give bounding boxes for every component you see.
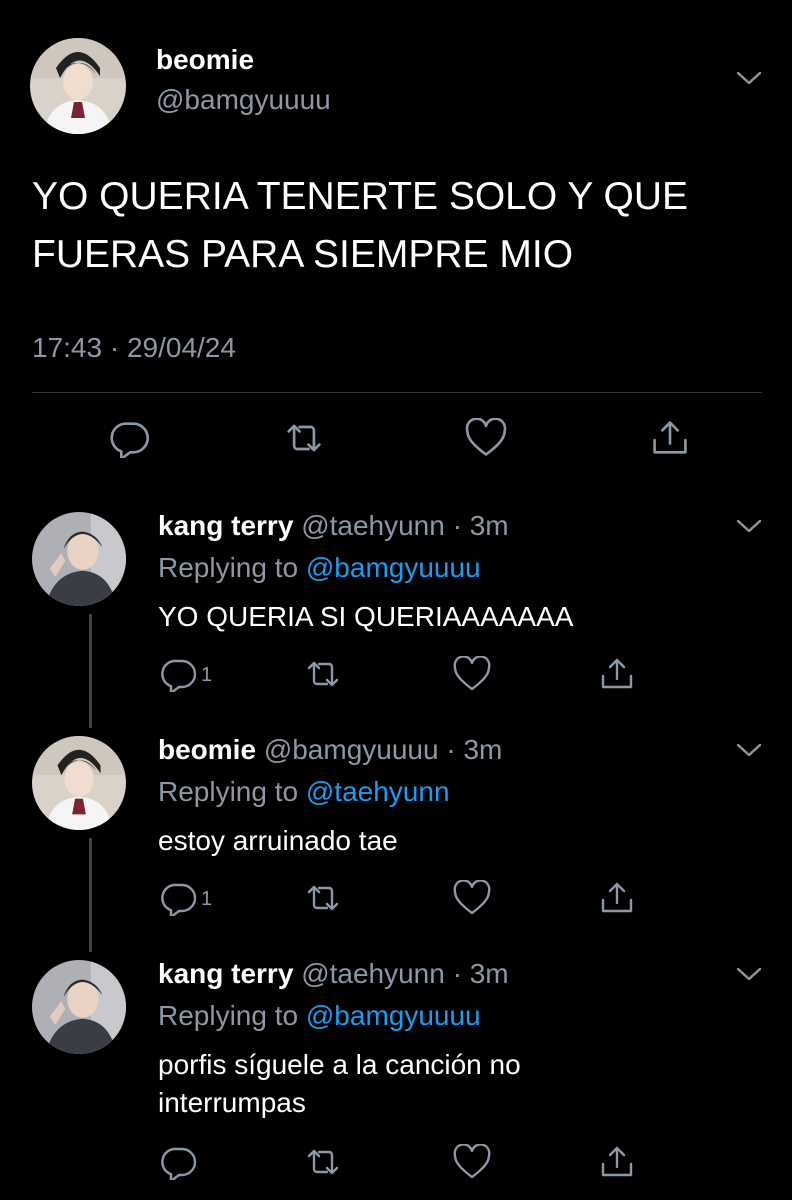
replying-to-label: Replying to xyxy=(158,552,299,583)
replying-to-label: Replying to xyxy=(158,776,299,807)
profile-photo xyxy=(32,960,126,1054)
retweet-button[interactable] xyxy=(282,418,326,458)
like-icon xyxy=(452,656,492,692)
avatar[interactable] xyxy=(32,736,126,830)
reply-count: 1 xyxy=(201,664,213,686)
thread-line xyxy=(89,838,92,952)
reply-button[interactable] xyxy=(158,1144,198,1180)
author-handle[interactable]: @taehyunn xyxy=(301,958,445,989)
mention-link[interactable]: @bamgyuuuu xyxy=(306,1000,481,1031)
share-button[interactable] xyxy=(597,656,637,692)
retweet-button[interactable] xyxy=(303,656,343,692)
divider xyxy=(32,392,762,393)
reply-icon xyxy=(158,880,198,916)
chevron-down-icon xyxy=(734,68,764,88)
reply-icon xyxy=(107,418,151,458)
author-name[interactable]: beomie xyxy=(158,734,256,765)
share-icon xyxy=(648,418,692,458)
reply-button[interactable] xyxy=(158,656,198,692)
author-handle[interactable]: @taehyunn xyxy=(301,510,445,541)
profile-photo xyxy=(30,38,126,134)
profile-photo xyxy=(32,736,126,830)
reply-button[interactable] xyxy=(107,418,151,458)
chevron-down-icon xyxy=(734,740,764,760)
avatar[interactable] xyxy=(30,38,126,134)
like-icon xyxy=(452,1144,492,1180)
tweet-text: estoy arruinado tae xyxy=(158,825,398,856)
retweet-icon xyxy=(303,656,343,692)
retweet-button[interactable] xyxy=(303,1144,343,1180)
profile-photo xyxy=(32,512,126,606)
tweet-text: porfis síguele a la canción no interrump… xyxy=(158,1049,521,1118)
retweet-icon xyxy=(303,880,343,916)
author-handle[interactable]: @bamgyuuuu xyxy=(264,734,439,765)
share-button[interactable] xyxy=(648,418,692,458)
like-button[interactable] xyxy=(452,880,492,916)
share-icon xyxy=(597,880,637,916)
separator-dot: · xyxy=(444,510,470,541)
like-button[interactable] xyxy=(464,418,508,458)
retweet-button[interactable] xyxy=(303,880,343,916)
author-handle[interactable]: @bamgyuuuu xyxy=(156,84,331,116)
tweet-text: YO QUERIA TENERTE SOLO Y QUE FUERAS PARA… xyxy=(32,175,688,276)
chevron-down-icon xyxy=(734,964,764,984)
author-name[interactable]: beomie xyxy=(156,44,254,76)
author-name[interactable]: kang terry xyxy=(158,510,293,541)
like-icon xyxy=(464,418,508,458)
share-button[interactable] xyxy=(597,1144,637,1180)
more-options-button[interactable] xyxy=(734,964,764,989)
relative-time[interactable]: 3m xyxy=(470,510,509,541)
share-icon xyxy=(597,1144,637,1180)
tweet-timestamp[interactable]: 17:43 · 29/04/24 xyxy=(32,332,236,364)
tweet-text: YO QUERIA SI QUERIAAAAAAA xyxy=(158,601,574,632)
more-options-button[interactable] xyxy=(734,68,764,93)
thread-line xyxy=(89,614,92,728)
avatar[interactable] xyxy=(32,960,126,1054)
reply-icon xyxy=(158,1144,198,1180)
like-button[interactable] xyxy=(452,1144,492,1180)
avatar[interactable] xyxy=(32,512,126,606)
relative-time[interactable]: 3m xyxy=(463,734,502,765)
reply-icon xyxy=(158,656,198,692)
like-icon xyxy=(452,880,492,916)
share-button[interactable] xyxy=(597,880,637,916)
more-options-button[interactable] xyxy=(734,740,764,765)
mention-link[interactable]: @taehyunn xyxy=(306,776,450,807)
retweet-icon xyxy=(303,1144,343,1180)
more-options-button[interactable] xyxy=(734,516,764,541)
chevron-down-icon xyxy=(734,516,764,536)
reply-count: 1 xyxy=(201,888,213,910)
author-name[interactable]: kang terry xyxy=(158,958,293,989)
separator-dot: · xyxy=(438,734,464,765)
replying-to-label: Replying to xyxy=(158,1000,299,1031)
separator-dot: · xyxy=(444,958,470,989)
like-button[interactable] xyxy=(452,656,492,692)
relative-time[interactable]: 3m xyxy=(470,958,509,989)
retweet-icon xyxy=(282,418,326,458)
reply-button[interactable] xyxy=(158,880,198,916)
mention-link[interactable]: @bamgyuuuu xyxy=(306,552,481,583)
share-icon xyxy=(597,656,637,692)
